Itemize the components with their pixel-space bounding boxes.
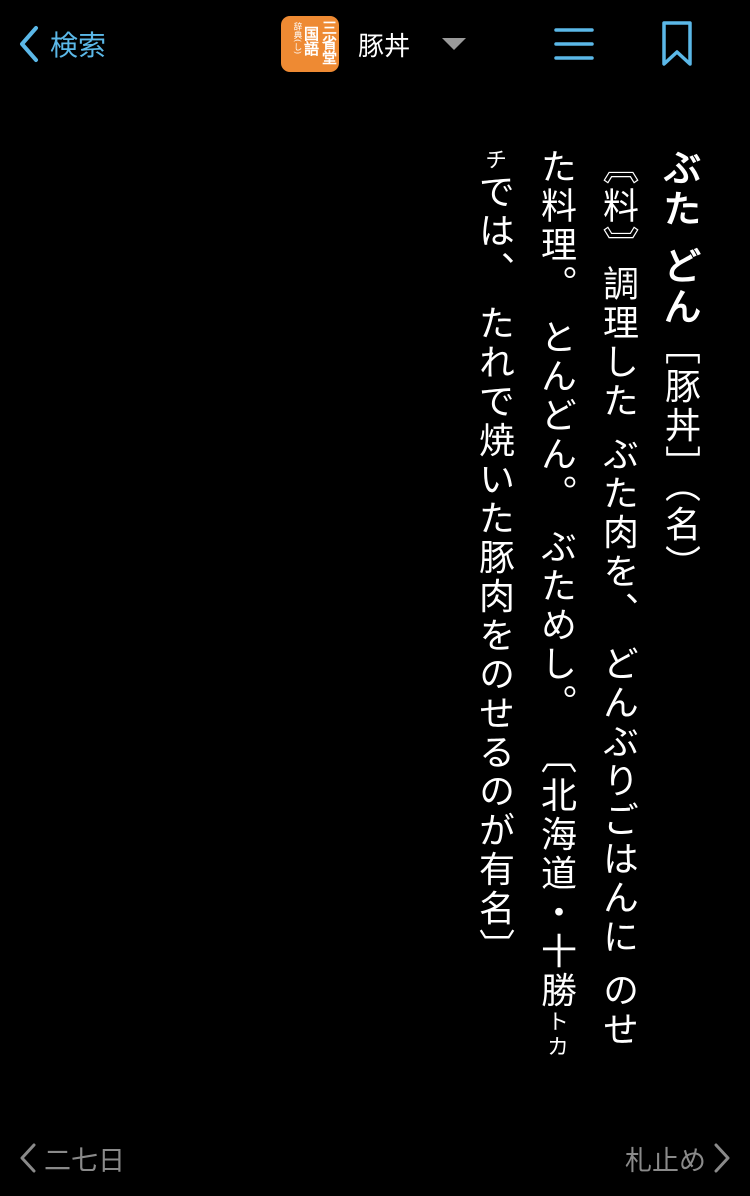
entry-definition-text: 調理した ぶた肉を、 どんぶりごはんに のせた料理。 とんどん。 ぶためし。 〔… [535, 148, 638, 1050]
chevron-left-icon [20, 1143, 36, 1173]
chevron-right-icon [714, 1143, 730, 1173]
entry-kanji: ［豚丼］ [659, 328, 700, 485]
headword-label: 豚丼 [358, 31, 411, 62]
hamburger-icon [554, 28, 594, 60]
back-label: 検索 [50, 29, 107, 62]
back-button[interactable]: 検索 [16, 22, 106, 66]
dictionary-logo[interactable]: 三省堂 国語 辞典(し) [281, 16, 339, 72]
logo-text-jiten: 辞典(し) [292, 22, 302, 55]
dictionary-entry: ぶた どん［豚丼］（名） 〘料〙調理した ぶた肉を、 どんぶりごはんに のせた料… [460, 148, 710, 1068]
bookmark-icon [662, 21, 692, 66]
entry-reading: ぶた どん [657, 148, 701, 329]
bookmark-button[interactable] [660, 20, 694, 68]
logo-text-kokugo: 国語 [302, 26, 320, 56]
headword-dropdown[interactable]: 豚丼 [358, 24, 467, 64]
entry-definition: 〘料〙調理した ぶた肉を、 どんぶりごはんに のせた料理。 とんどん。 ぶためし… [462, 148, 648, 1068]
previous-entry-button[interactable]: 二七日 [18, 1138, 125, 1178]
next-entry-label: 札止め [625, 1145, 706, 1177]
chevron-left-icon [20, 26, 38, 62]
entry-heading: ぶた どん［豚丼］（名） [648, 148, 710, 1068]
logo-text-publisher: 三省堂 [320, 20, 338, 65]
previous-entry-label: 二七日 [44, 1145, 125, 1177]
top-navigation-bar: 検索 三省堂 国語 辞典(し) 豚丼 [0, 0, 750, 92]
caret-down-icon [442, 38, 467, 50]
entry-note: では、 たれで焼いた豚肉をのせるのが有名〕 [473, 173, 514, 968]
menu-button[interactable] [554, 22, 594, 66]
entry-domain-tag: 〘料〙 [597, 148, 638, 265]
entry-part-of-speech: （名） [659, 484, 700, 584]
next-entry-button[interactable]: 札止め [625, 1138, 732, 1178]
